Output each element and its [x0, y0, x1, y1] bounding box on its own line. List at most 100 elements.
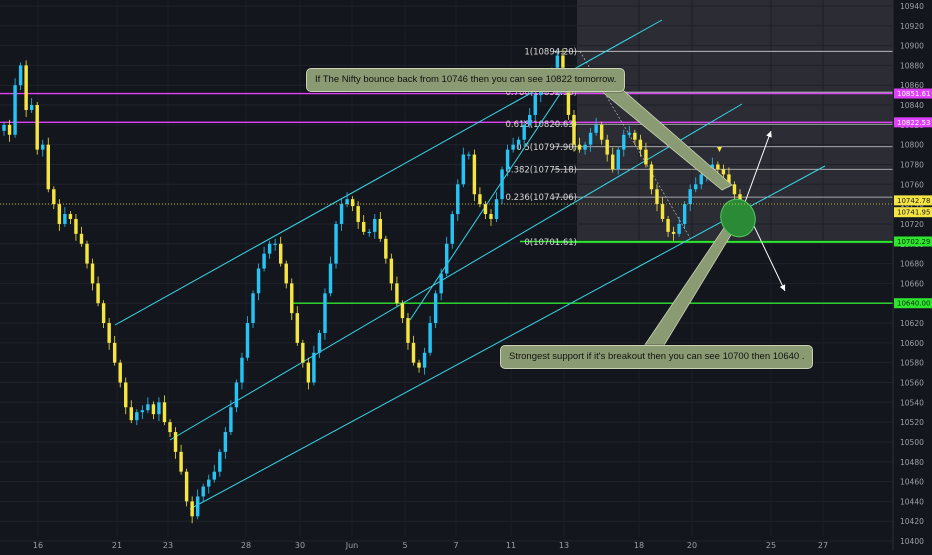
candle-body [146, 404, 150, 411]
candle-body [638, 139, 643, 150]
candle-body [79, 233, 84, 244]
y-tick-label: 10760 [900, 180, 924, 189]
chart-canvas[interactable]: 1(10894.20)0.786(10852.98)0.618(10820.63… [0, 0, 932, 550]
candle-body [35, 105, 39, 150]
level-price-tag-text: 10851.61 [897, 90, 930, 98]
annotation-support[interactable]: Strongest support if it's breakout then … [500, 345, 814, 369]
candle-body [599, 124, 604, 140]
fib-label: 0.236(10747.06) [505, 193, 577, 203]
candle-body [207, 479, 211, 487]
candle-body [212, 471, 217, 480]
candle-body [46, 144, 50, 190]
candle-body [361, 221, 366, 232]
candle-body [190, 501, 194, 517]
candle-body [384, 238, 388, 259]
fib-label: 0(10701.61) [524, 238, 577, 248]
candle-body [168, 422, 172, 433]
y-tick-label: 10880 [900, 61, 924, 70]
candle-body [68, 214, 73, 219]
candle-body [395, 283, 399, 304]
candle-body [611, 154, 615, 170]
candle-body [483, 204, 488, 215]
candle-body [533, 95, 537, 115]
candle-body [201, 486, 205, 497]
x-tick-label: 7 [453, 541, 458, 550]
candle-body [677, 223, 681, 234]
y-tick-label: 10800 [900, 141, 924, 150]
candle-body [583, 144, 587, 150]
candle-body [622, 134, 626, 150]
candle-body [616, 149, 620, 170]
candle-body [688, 189, 692, 205]
candle-body [135, 412, 139, 421]
candle-body [594, 124, 598, 133]
candle-body [588, 132, 593, 145]
x-tick-label: 21 [112, 541, 122, 550]
candle-body [478, 194, 482, 205]
x-tick-label: Jun [345, 541, 359, 550]
candle-body [129, 407, 133, 421]
candle-body [107, 323, 111, 343]
x-tick-label: 27 [818, 541, 828, 550]
candle-body [173, 432, 178, 452]
candle-body [124, 382, 128, 408]
candle-body [63, 214, 67, 224]
candle-body [433, 293, 438, 324]
candle-body [7, 124, 12, 135]
y-tick-label: 10500 [900, 438, 924, 447]
x-tick-label: 23 [163, 541, 173, 550]
candle-body [151, 404, 156, 415]
x-tick-label: 11 [506, 541, 516, 550]
candle-body [633, 132, 637, 140]
candle-body [732, 184, 737, 195]
annotation-bounce[interactable]: If The Nifty bounce back from 10746 then… [306, 68, 626, 92]
y-tick-label: 10720 [900, 220, 924, 229]
candle-body [24, 65, 28, 110]
candle-body [301, 342, 305, 363]
y-tick-label: 10540 [900, 398, 924, 407]
candle-body [644, 149, 648, 165]
candle-body [74, 218, 78, 234]
candle-body [184, 471, 189, 502]
candle-body [649, 164, 654, 190]
candle-body [96, 283, 100, 304]
candle-body [422, 352, 427, 368]
x-tick-label: 5 [402, 541, 407, 550]
y-tick-label: 10660 [900, 279, 924, 288]
candle-body [378, 218, 383, 239]
candle-body [655, 189, 659, 205]
candle-body [505, 149, 510, 170]
y-tick-label: 10680 [900, 260, 924, 269]
y-tick-label: 10940 [900, 2, 924, 11]
candle-body [489, 214, 493, 219]
candle-body [290, 283, 294, 314]
candle-body [367, 231, 371, 234]
y-tick-label: 10520 [900, 418, 924, 427]
candle-body [278, 243, 283, 264]
candle-body [41, 144, 45, 150]
x-tick-label: 18 [634, 541, 644, 550]
candle-body [90, 263, 95, 284]
candle-body [577, 144, 582, 150]
candle-body [112, 342, 117, 363]
y-tick-label: 10920 [900, 22, 924, 31]
candle-body [699, 174, 703, 185]
y-tick-label: 10580 [900, 359, 924, 368]
candle-body [157, 402, 161, 415]
candle-body [572, 114, 576, 145]
candle-body [262, 253, 266, 269]
candle-body [284, 263, 288, 284]
y-tick-label: 10400 [900, 537, 924, 546]
candle-body [373, 218, 377, 232]
candle-body [660, 204, 665, 219]
candle-body [251, 293, 255, 324]
y-tick-label: 10900 [900, 42, 924, 51]
candle-body [456, 184, 460, 215]
candle-body [267, 243, 272, 254]
y-tick-label: 10440 [900, 497, 924, 506]
candle-body [467, 154, 471, 156]
candle-body [162, 402, 167, 423]
candle-body [666, 218, 670, 232]
candle-body [240, 357, 244, 383]
candle-body [516, 139, 521, 145]
